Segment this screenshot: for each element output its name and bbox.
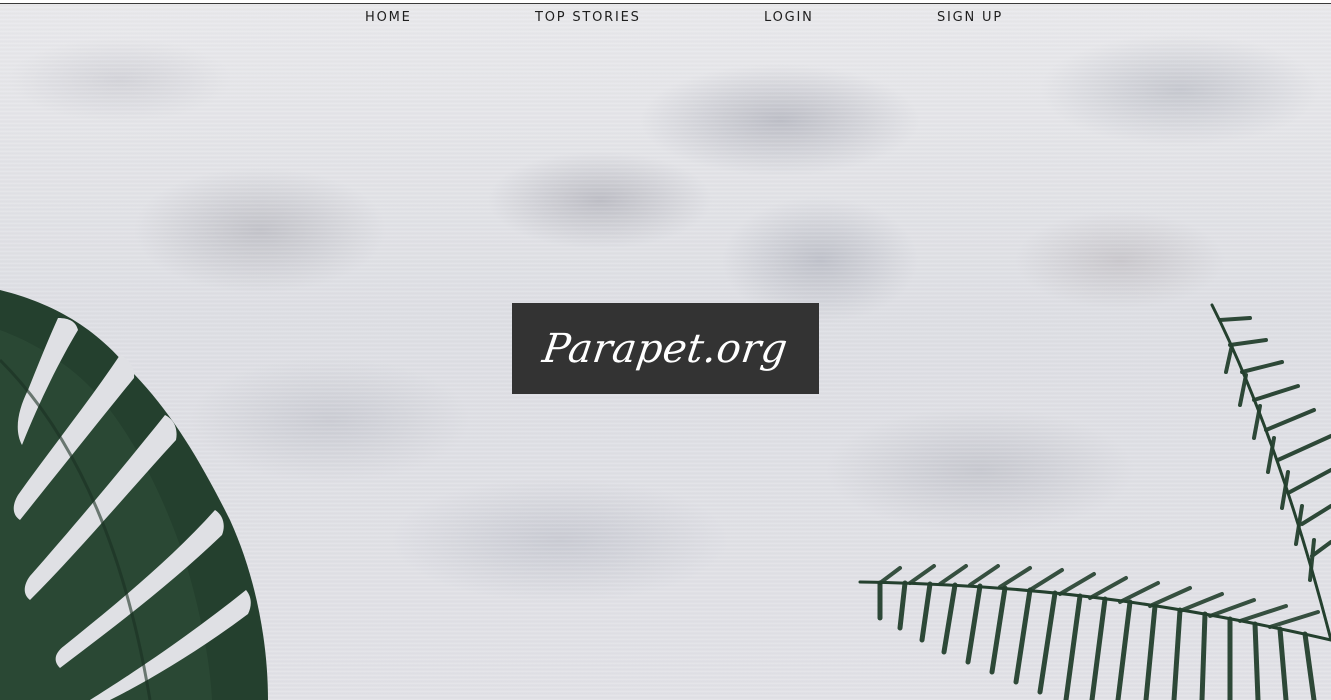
nav-link-home[interactable]: HOME	[365, 10, 412, 25]
palm-leaf-image	[858, 303, 1331, 700]
site-logo-text: Parapet.org	[540, 325, 791, 372]
site-logo[interactable]: Parapet.org	[512, 303, 819, 394]
nav-link-login[interactable]: LOGIN	[764, 10, 814, 25]
top-nav: HOME TOP STORIES LOGIN SIGN UP	[0, 6, 1331, 30]
nav-link-sign-up[interactable]: SIGN UP	[937, 10, 1003, 25]
nav-link-top-stories[interactable]: TOP STORIES	[535, 10, 641, 25]
monstera-leaf-image	[0, 290, 268, 700]
top-border-shadow	[0, 3, 1331, 4]
